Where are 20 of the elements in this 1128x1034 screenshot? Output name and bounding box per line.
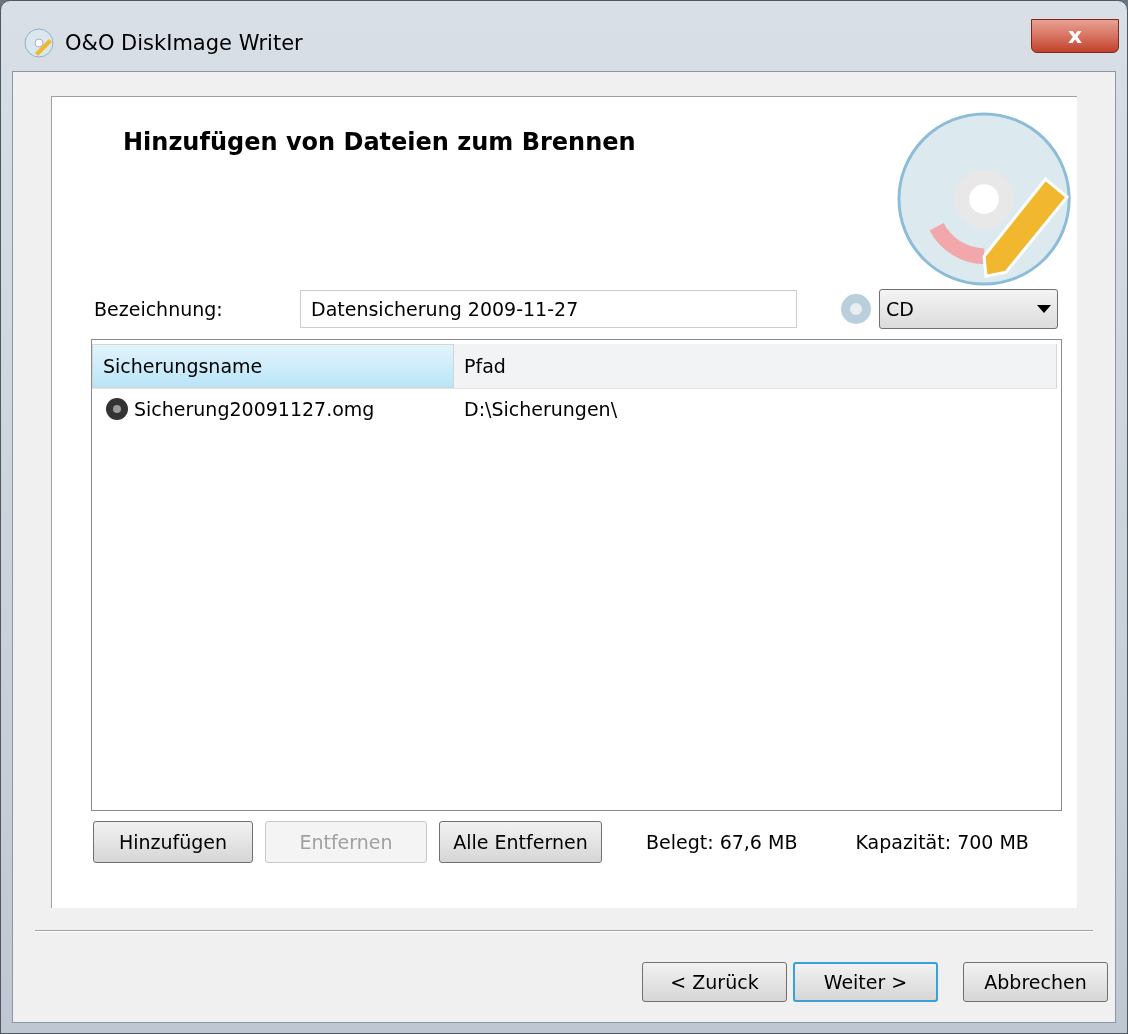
- path-cell-text: D:\Sicherungen\: [463, 396, 618, 422]
- nav-button[interactable]: Weiter >: [793, 962, 938, 1002]
- media-dropdown[interactable]: CD: [879, 289, 1058, 329]
- label-input[interactable]: Datensicherung 2009-11-27: [300, 290, 797, 328]
- image-file-icon: [104, 396, 130, 422]
- nav-button[interactable]: < Zurück: [642, 962, 787, 1002]
- app-disc-icon: [23, 27, 55, 59]
- field-label: Bezeichnung:: [94, 296, 224, 322]
- window-title: O&O DiskImage Writer: [65, 30, 303, 57]
- list-button[interactable]: Hinzufügen: [93, 821, 253, 863]
- caret-icon: [1037, 305, 1051, 313]
- disc-icon: [839, 292, 873, 326]
- column-header[interactable]: Pfad: [454, 344, 1057, 388]
- page-heading: Hinzufügen von Dateien zum Brennen: [123, 127, 637, 158]
- file-name-cell-text: Sicherung20091127.omg: [134, 396, 375, 422]
- used-size-text: Belegt: 67,6 MB: [646, 829, 798, 855]
- list-button[interactable]: Alle Entfernen: [439, 821, 602, 863]
- column-header[interactable]: Sicherungsname: [92, 344, 454, 388]
- nav-button[interactable]: Abbrechen: [963, 962, 1108, 1002]
- capacity-text: Kapazität: 700 MB: [855, 829, 1029, 855]
